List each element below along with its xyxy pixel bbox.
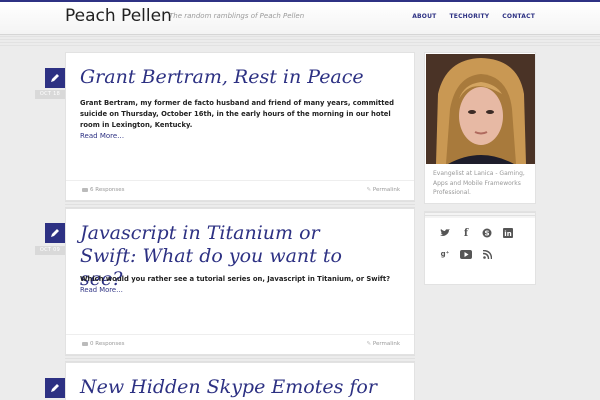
comment-icon xyxy=(82,341,88,346)
post-title[interactable]: Grant Bertram, Rest in Peace xyxy=(80,66,400,89)
post-date: OCT 18 xyxy=(35,90,65,99)
post-separator xyxy=(65,355,415,362)
profile-bio: Evangelist at Lanica - Gaming, Apps and … xyxy=(433,170,525,196)
svg-text:in: in xyxy=(504,230,511,238)
post-card: Javascript in Titanium or Swift: What do… xyxy=(65,208,415,355)
linkedin-icon[interactable]: in xyxy=(502,227,514,239)
widget-stripe xyxy=(425,212,535,218)
comment-icon xyxy=(82,187,88,192)
svg-text:S: S xyxy=(484,230,489,238)
main-nav: ABOUT TECHORITY CONTACT xyxy=(412,13,535,20)
nav-about[interactable]: ABOUT xyxy=(412,13,436,20)
post-card: Grant Bertram, Rest in Peace Grant Bertr… xyxy=(65,52,415,201)
post-date: OCT 09 xyxy=(35,246,65,255)
nav-techority[interactable]: TECHORITY xyxy=(449,13,489,20)
comments-count: 6 Responses xyxy=(90,187,125,193)
post-excerpt-text: Which would you rather see a tutorial se… xyxy=(80,275,391,283)
avatar xyxy=(426,54,535,164)
site-header: Peach Pellen The random ramblings of Pea… xyxy=(0,2,600,35)
comments-link[interactable]: 6 Responses xyxy=(82,187,125,193)
site-title[interactable]: Peach Pellen xyxy=(65,6,172,26)
nav-contact[interactable]: CONTACT xyxy=(502,13,535,20)
header-stripe xyxy=(0,36,600,46)
comments-link[interactable]: 0 Responses xyxy=(82,341,125,347)
site-tagline: The random ramblings of Peach Pellen xyxy=(169,12,305,20)
google-plus-icon[interactable]: g⁺ xyxy=(439,248,451,260)
post-separator xyxy=(65,201,415,208)
permalink[interactable]: ✎ Permalink xyxy=(367,341,400,347)
read-more-link[interactable]: Read More… xyxy=(80,131,406,142)
skype-icon[interactable]: S xyxy=(481,227,493,239)
edit-post-icon[interactable] xyxy=(45,68,65,88)
post-footer: 0 Responses ✎ Permalink xyxy=(66,334,414,354)
comments-count: 0 Responses xyxy=(90,341,125,347)
youtube-icon[interactable] xyxy=(460,248,472,260)
post-excerpt: Which would you rather see a tutorial se… xyxy=(80,274,406,296)
rss-icon[interactable] xyxy=(481,248,493,260)
edit-post-icon[interactable] xyxy=(45,223,65,243)
post-card: New Hidden Skype Emotes for xyxy=(65,362,415,400)
permalink-label: Permalink xyxy=(372,341,400,347)
post-footer: 6 Responses ✎ Permalink xyxy=(66,180,414,200)
profile-widget: Evangelist at Lanica - Gaming, Apps and … xyxy=(424,52,536,204)
permalink-label: Permalink xyxy=(372,187,400,193)
social-widget: f S in g⁺ xyxy=(424,211,536,285)
facebook-icon[interactable]: f xyxy=(460,227,472,239)
pencil-icon: ✎ xyxy=(366,341,372,347)
edit-post-icon[interactable] xyxy=(45,378,65,398)
post-excerpt-text: Grant Bertram, my former de facto husban… xyxy=(80,99,394,129)
twitter-icon[interactable] xyxy=(439,227,451,239)
permalink[interactable]: ✎ Permalink xyxy=(367,187,400,193)
pencil-icon: ✎ xyxy=(366,187,372,193)
post-title[interactable]: New Hidden Skype Emotes for xyxy=(80,376,400,399)
post-excerpt: Grant Bertram, my former de facto husban… xyxy=(80,98,406,142)
read-more-link[interactable]: Read More… xyxy=(80,286,123,294)
